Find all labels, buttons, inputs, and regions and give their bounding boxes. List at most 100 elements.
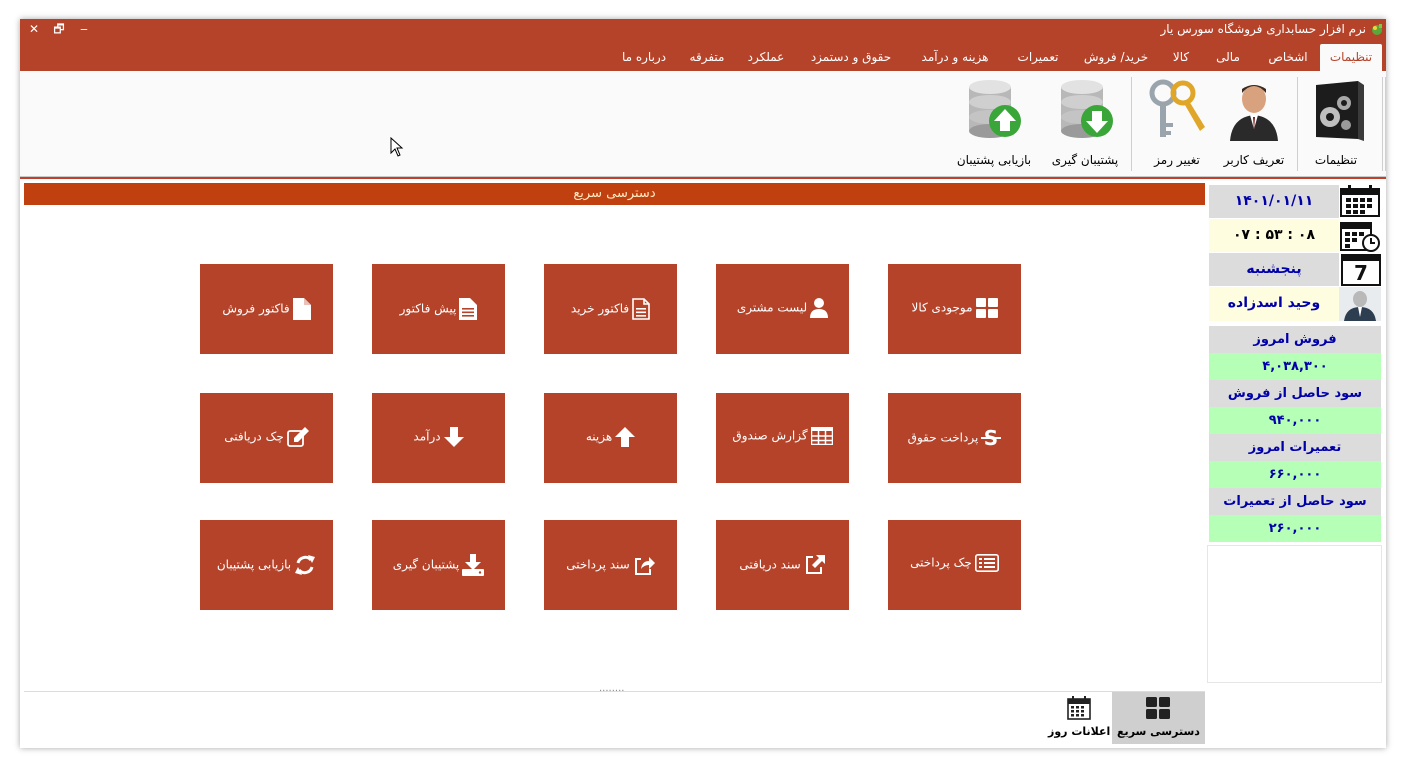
grid-icon xyxy=(1146,697,1170,719)
user-icon xyxy=(1230,85,1278,141)
tab-about[interactable]: درباره ما xyxy=(616,44,672,71)
list-icon xyxy=(974,554,999,572)
calendar-icon xyxy=(1340,185,1380,217)
tile-cash-report[interactable]: گزارش صندوق xyxy=(716,393,849,483)
window-title: نرم افزار حسابداری فروشگاه سورس یار xyxy=(1160,22,1367,36)
bottom-tab-daily-notices[interactable]: اعلانات روز xyxy=(1048,692,1110,744)
tab-goods[interactable]: کالا xyxy=(1166,44,1196,71)
tile-pay-salary[interactable]: S پرداخت حقوق xyxy=(888,393,1021,483)
database-download-icon xyxy=(1061,80,1113,138)
bottom-tab-quick-access[interactable]: دسترسی سریع xyxy=(1112,692,1205,744)
tile-paid-document[interactable]: سند پرداختی xyxy=(544,520,677,610)
ribbon-define-user-button[interactable]: تعریف کاربر xyxy=(1218,77,1290,171)
tab-persons[interactable]: اشخاص xyxy=(1260,44,1316,71)
tile-received-document[interactable]: سند دریافتی xyxy=(716,520,849,610)
minimize-button[interactable]: ‒ xyxy=(72,19,96,39)
stat-sales-profit-value: ۹۴۰,۰۰۰ xyxy=(1209,407,1381,434)
tile-received-check[interactable]: چک دریافتی xyxy=(200,393,333,483)
time-row: ۰۸ : ۵۳ : ۰۷ xyxy=(1209,219,1381,252)
ribbon-panel: تنظیمات تعریف کاربر تغییر رمز پشتیبان گی… xyxy=(20,71,1386,177)
calendar-day-number: 7 xyxy=(1354,261,1368,285)
calendar-icon xyxy=(1067,696,1091,720)
ribbon-separator xyxy=(1297,77,1298,171)
bottom-tab-quick-access-label: دسترسی سریع xyxy=(1117,725,1200,738)
tab-expense-income[interactable]: هزینه و درآمد xyxy=(908,44,1002,71)
tab-purchase-sale[interactable]: خرید/ فروش xyxy=(1076,44,1156,71)
tab-payroll[interactable]: حقوق و دستمزد xyxy=(802,44,900,71)
document-filled-icon xyxy=(459,298,478,320)
ribbon-settings-label: تنظیمات xyxy=(1314,153,1358,167)
quick-access-panel: دسترسی سریع موجودی کالا لیست مشتری فاکتو… xyxy=(24,183,1205,694)
tile-restore-backup[interactable]: بازیابی پشتیبان xyxy=(200,520,333,610)
ribbon-separator xyxy=(1385,77,1386,171)
tile-sales-invoice[interactable]: فاکتور فروش xyxy=(200,264,333,354)
ribbon-settings-button[interactable]: تنظیمات xyxy=(1300,77,1372,171)
refresh-icon xyxy=(295,555,316,575)
tile-backup[interactable]: پشتیبان گیری xyxy=(372,520,505,610)
tile-paid-check[interactable]: چک پرداختی xyxy=(888,520,1021,610)
day-calendar-icon: 7 xyxy=(1339,253,1381,286)
ribbon-change-password-button[interactable]: تغییر رمز xyxy=(1140,77,1214,171)
keys-icon xyxy=(1149,79,1205,137)
ribbon-divider xyxy=(20,177,1386,179)
document-lines-icon xyxy=(632,298,650,320)
current-date: ۱۴۰۱/۰۱/۱۱ xyxy=(1209,185,1339,218)
ribbon-change-password-label: تغییر رمز xyxy=(1154,153,1200,167)
external-link-icon xyxy=(805,555,825,574)
stat-today-repairs-value: ۶۶۰,۰۰۰ xyxy=(1209,461,1381,488)
tile-goods-inventory[interactable]: موجودی کالا xyxy=(888,264,1021,354)
app-window: ✕ 🗗 ‒ نرم افزار حسابداری فروشگاه سورس یا… xyxy=(20,19,1386,748)
restore-button[interactable]: 🗗 xyxy=(47,19,71,39)
current-user: وحید اسدزاده xyxy=(1209,287,1339,321)
tile-pre-invoice[interactable]: پیش فاکتور xyxy=(372,264,505,354)
gears-box-icon xyxy=(1316,81,1364,141)
tab-repairs[interactable]: تعمیرات xyxy=(1012,44,1064,71)
share-icon xyxy=(634,557,655,575)
stat-today-sales-label: فروش امروز xyxy=(1209,326,1381,353)
arrow-down-icon xyxy=(443,427,464,447)
tile-purchase-invoice[interactable]: فاکتور خرید xyxy=(544,264,677,354)
ribbon-backup-button[interactable]: پشتیبان گیری xyxy=(1048,77,1122,171)
table-icon xyxy=(810,426,833,446)
file-icon xyxy=(292,298,311,320)
date-row: ۱۴۰۱/۰۱/۱۱ xyxy=(1209,185,1381,218)
database-upload-icon xyxy=(969,80,1021,138)
weekday-row: پنجشنبه 7 xyxy=(1209,253,1381,286)
tab-misc[interactable]: متفرقه xyxy=(684,44,730,71)
ribbon-backup-label: پشتیبان گیری xyxy=(1051,153,1119,167)
tab-performance[interactable]: عملکرد xyxy=(742,44,790,71)
download-icon xyxy=(462,554,485,576)
tab-finance[interactable]: مالی xyxy=(1208,44,1248,71)
close-button[interactable]: ✕ xyxy=(22,19,46,39)
stat-repairs-profit-label: سود حاصل از تعمیرات xyxy=(1209,488,1381,515)
minimize-icon: ‒ xyxy=(80,22,88,36)
calendar-clock-icon xyxy=(1340,222,1380,252)
close-icon: ✕ xyxy=(28,22,40,36)
currency-icon: S xyxy=(981,426,1002,450)
side-empty-panel xyxy=(1207,545,1382,683)
edit-icon xyxy=(286,427,309,447)
bottom-tab-bar: دسترسی سریع اعلانات روز xyxy=(24,691,1205,748)
user-avatar-icon xyxy=(1339,287,1381,321)
ribbon-separator xyxy=(1131,77,1132,171)
mouse-cursor-icon xyxy=(390,137,404,157)
grid-icon xyxy=(975,298,998,318)
tile-income[interactable]: درآمد xyxy=(372,393,505,483)
ribbon-restore-backup-label: بازیابی پشتیبان xyxy=(956,153,1032,167)
stat-repairs-profit-value: ۲۶۰,۰۰۰ xyxy=(1209,515,1381,542)
tab-settings[interactable]: تنظیمات xyxy=(1320,44,1382,71)
tile-customer-list[interactable]: لیست مشتری xyxy=(716,264,849,354)
title-bar: ✕ 🗗 ‒ نرم افزار حسابداری فروشگاه سورس یا… xyxy=(20,19,1386,40)
restore-icon: 🗗 xyxy=(53,22,65,36)
user-row: وحید اسدزاده xyxy=(1209,287,1381,321)
bottom-tab-daily-notices-label: اعلانات روز xyxy=(1048,725,1111,738)
tile-expense[interactable]: هزینه xyxy=(544,393,677,483)
stat-today-sales-value: ۴,۰۳۸,۳۰۰ xyxy=(1209,353,1381,380)
quick-access-header: دسترسی سریع xyxy=(24,183,1205,205)
arrow-up-icon xyxy=(615,427,636,447)
ribbon-restore-backup-button[interactable]: بازیابی پشتیبان xyxy=(946,77,1042,171)
person-icon xyxy=(810,298,829,318)
ribbon-define-user-label: تعریف کاربر xyxy=(1223,153,1285,167)
stat-today-repairs-label: تعمیرات امروز xyxy=(1209,434,1381,461)
menu-bar: تنظیمات اشخاص مالی کالا خرید/ فروش تعمیر… xyxy=(20,40,1386,71)
